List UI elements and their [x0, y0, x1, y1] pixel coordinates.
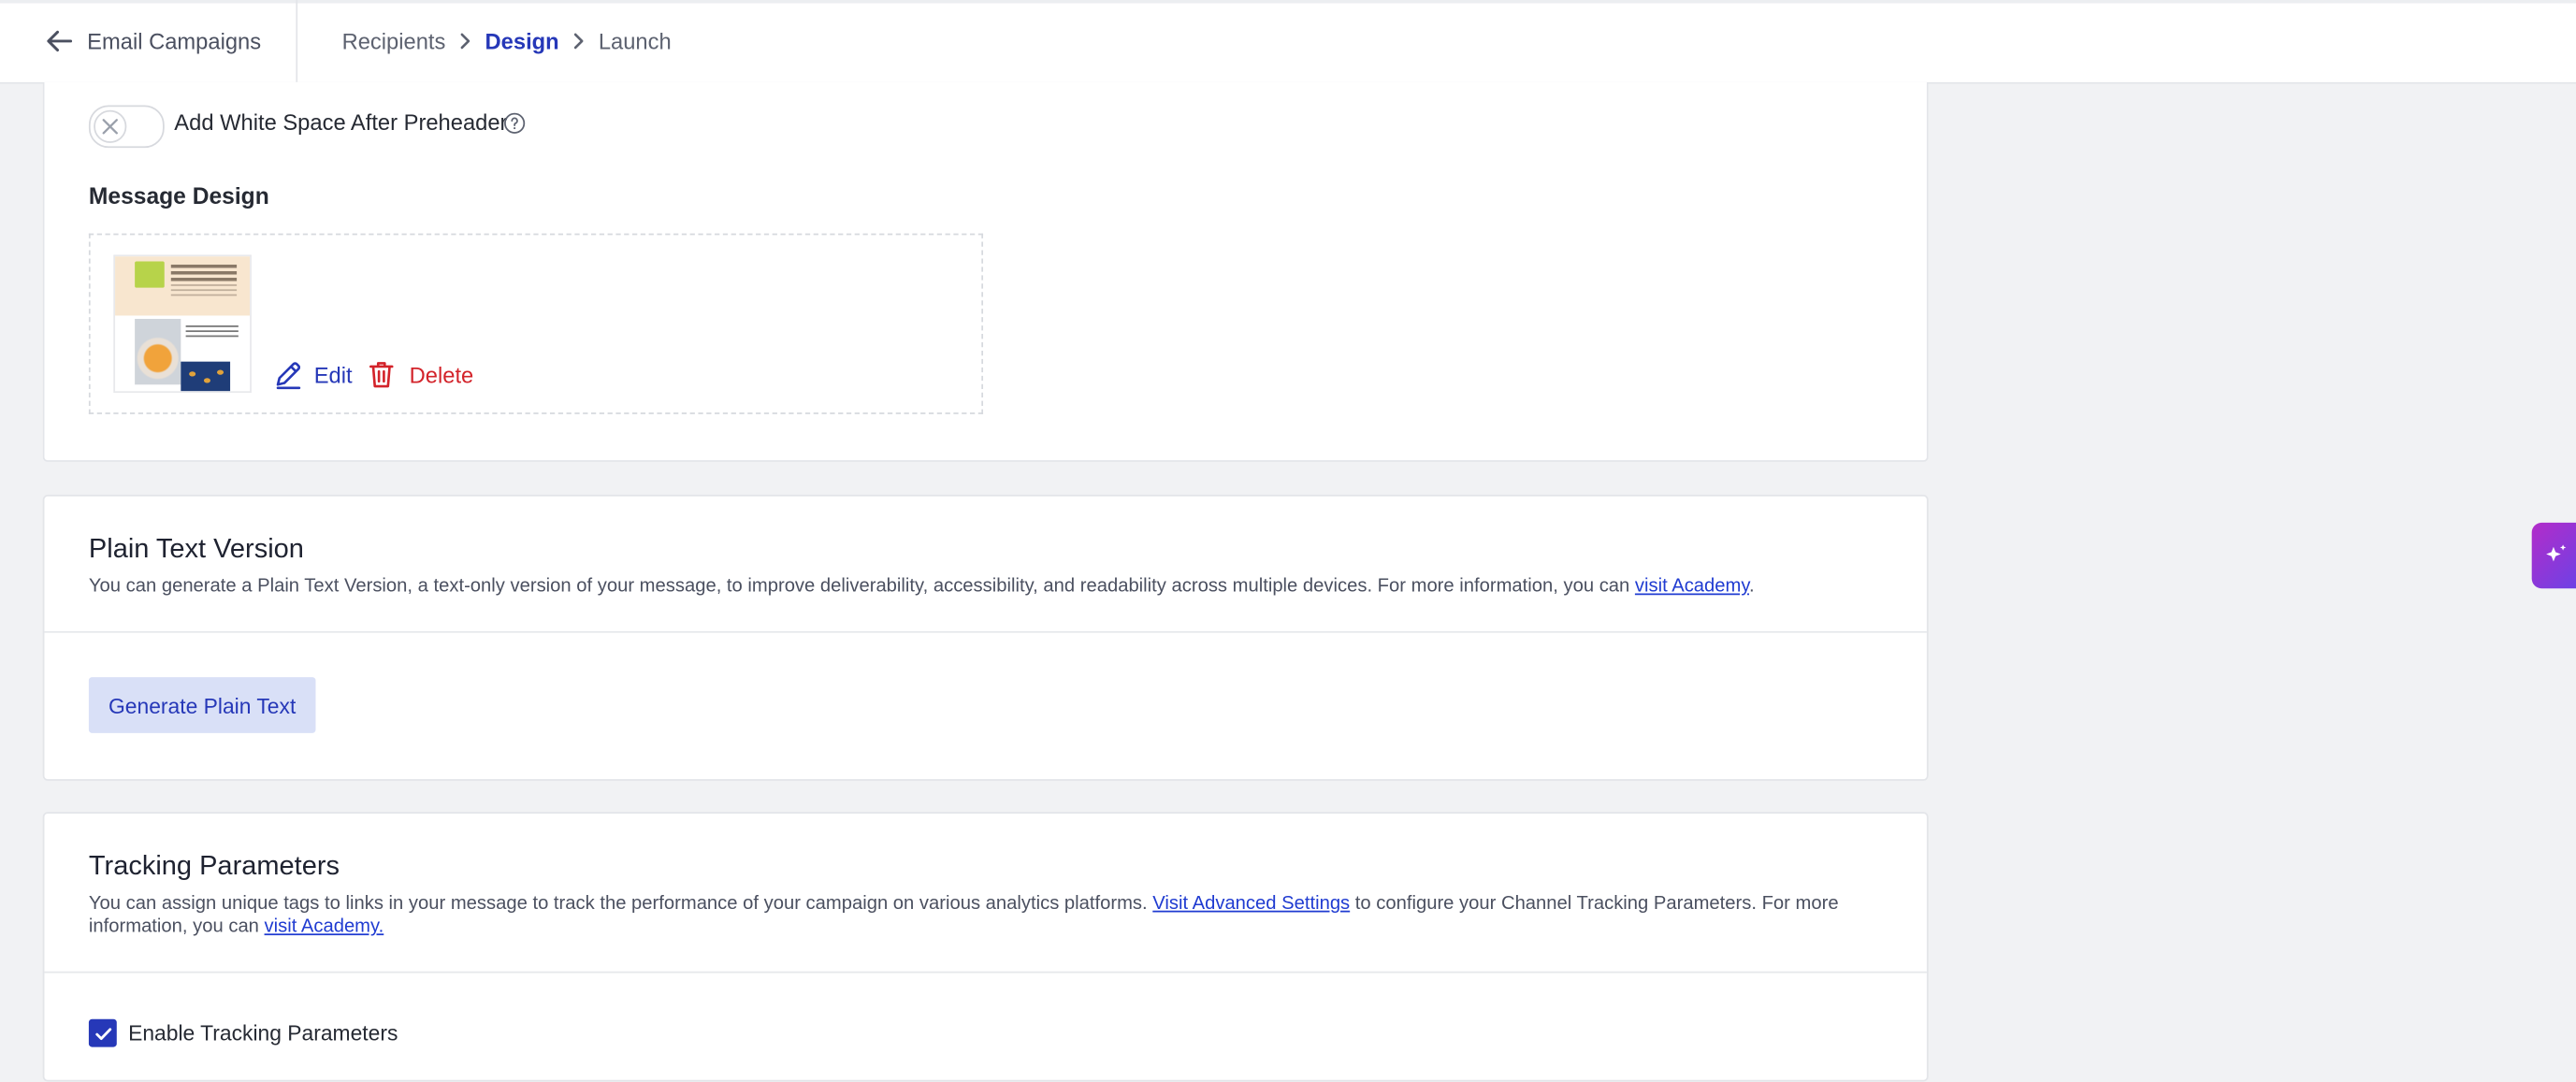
enable-tracking-label[interactable]: Enable Tracking Parameters [128, 1020, 398, 1045]
thumbnail-body-text [185, 325, 239, 352]
message-design-title: Message Design [88, 182, 269, 209]
thumbnail-header [115, 256, 251, 316]
top-bar: Email Campaigns Recipients Design Launch [0, 0, 2576, 84]
breadcrumb-recipients[interactable]: Recipients [342, 29, 446, 53]
back-label[interactable]: Email Campaigns [87, 29, 261, 53]
tracking-parameters-description: You can assign unique tags to links in y… [89, 892, 1905, 938]
enable-tracking-checkbox[interactable] [88, 1018, 117, 1047]
plain-text-description: You can generate a Plain Text Version, a… [89, 575, 1897, 599]
plain-text-card: Plain Text Version You can generate a Pl… [42, 495, 1929, 781]
plain-text-title: Plain Text Version [88, 534, 304, 564]
breadcrumb-launch[interactable]: Launch [599, 29, 672, 53]
tracking-parameters-card: Tracking Parameters You can assign uniqu… [42, 812, 1929, 1082]
thumbnail-text [170, 264, 238, 297]
plain-text-description-trailing: . [1748, 576, 1755, 598]
message-design-box: Edit Delete [88, 233, 984, 414]
thumbnail-food-image [135, 318, 181, 385]
thumbnail-logo [135, 261, 165, 288]
breadcrumb-design[interactable]: Design [485, 29, 559, 53]
sparkles-icon [2546, 544, 2567, 562]
delete-design-button[interactable]: Delete [369, 360, 474, 390]
visit-academy-link[interactable]: visit Academy. [265, 917, 384, 937]
message-design-card: Add White Space After Preheader Message … [42, 81, 1929, 462]
delete-label[interactable]: Delete [410, 363, 474, 387]
thumbnail-night-image [181, 361, 231, 392]
chevron-right-icon [569, 31, 588, 50]
white-space-toggle[interactable] [88, 105, 165, 149]
back-to-email-campaigns[interactable]: Email Campaigns [0, 0, 298, 82]
edit-label[interactable]: Edit [314, 363, 353, 387]
toggle-knob [94, 109, 127, 143]
arrow-left-icon[interactable] [44, 26, 74, 56]
generate-plain-text-button[interactable]: Generate Plain Text [88, 677, 316, 733]
breadcrumb: Recipients Design Launch [342, 0, 672, 82]
plain-text-description-text: You can generate a Plain Text Version, a… [88, 576, 1635, 598]
close-icon [102, 119, 118, 135]
visit-advanced-settings-link[interactable]: Visit Advanced Settings [1152, 894, 1350, 914]
visit-academy-link[interactable]: visit Academy [1635, 577, 1749, 597]
tracking-description-part1: You can assign unique tags to links in y… [88, 894, 1153, 915]
trash-icon [369, 360, 395, 390]
help-circle-icon[interactable] [503, 112, 527, 136]
chevron-right-icon [456, 31, 475, 50]
white-space-toggle-label: Add White Space After Preheader [174, 109, 508, 136]
check-icon [94, 1027, 111, 1040]
plain-text-divider [44, 630, 1927, 633]
tracking-parameters-title: Tracking Parameters [88, 851, 340, 882]
edit-design-button[interactable]: Edit [273, 360, 353, 390]
tracking-divider [44, 971, 1927, 974]
email-design-thumbnail[interactable] [113, 254, 252, 394]
pencil-icon [273, 360, 303, 390]
ai-assistant-button[interactable] [2531, 522, 2576, 589]
